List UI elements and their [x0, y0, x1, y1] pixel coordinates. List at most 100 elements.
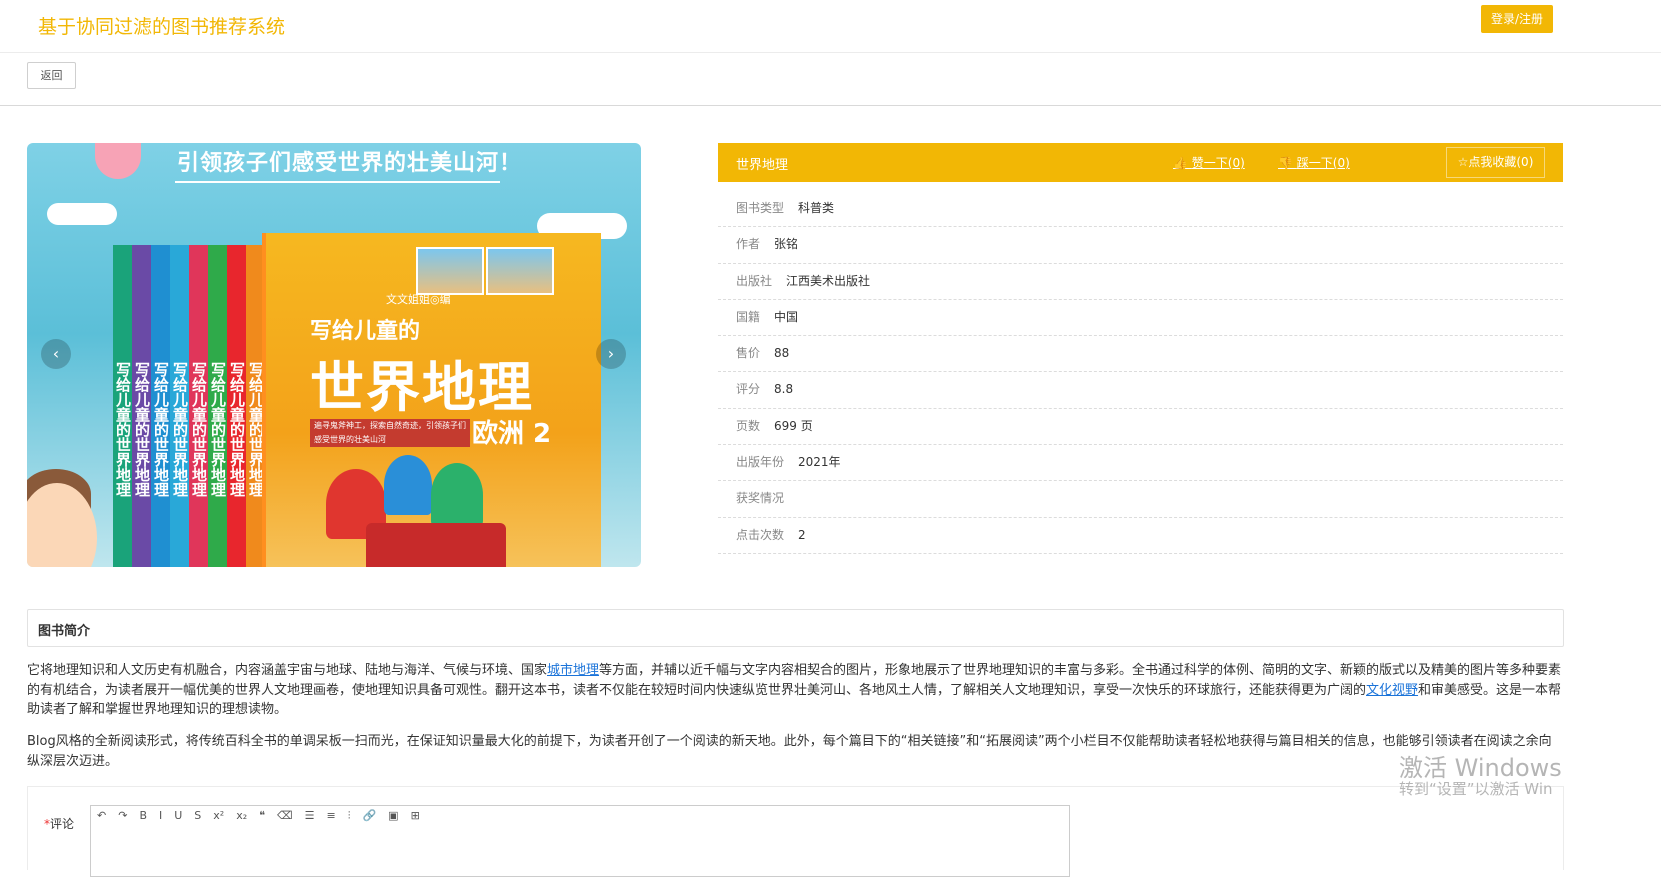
- site-title[interactable]: 基于协同过滤的图书推荐系统: [38, 12, 285, 39]
- windows-watermark-subtitle: 转到“设置”以激活 Win: [1399, 780, 1553, 798]
- info-row-publisher: 出版社 江西美术出版社: [718, 264, 1563, 300]
- link-icon[interactable]: 🔗: [356, 806, 382, 825]
- info-value: 88: [774, 346, 790, 361]
- strikethrough-icon[interactable]: S: [188, 806, 207, 825]
- cover-slogan: 引领孩子们感受世界的壮美山河！: [177, 151, 523, 176]
- intro-paragraph-1: 它将地理知识和人文历史有机融合，内容涵盖宇宙与地球、陆地与海洋、气候与环境、国家…: [27, 661, 1562, 720]
- info-row-clicks: 点击次数 2: [718, 518, 1563, 554]
- book-spine: 写给儿童的世界地理: [170, 245, 189, 567]
- comment-label-text: 评论: [50, 817, 75, 831]
- info-row-year: 出版年份 2021年: [718, 445, 1563, 482]
- cover-subtitle: 写给儿童的: [310, 319, 421, 344]
- align-icon[interactable]: ⫶: [342, 806, 357, 826]
- cover-photo: [486, 247, 554, 295]
- image-icon[interactable]: ▣: [382, 806, 404, 825]
- top-bar: 基于协同过滤的图书推荐系统 登录/注册: [0, 0, 1661, 53]
- cathedral-body-decoration: [366, 523, 506, 567]
- book-info-header: 世界地理 👍 赞一下(0) 👎 踩一下(0) ☆点我收藏(0): [718, 143, 1563, 182]
- thumbs-down-icon: 👎: [1278, 156, 1297, 170]
- italic-icon[interactable]: I: [153, 806, 168, 825]
- info-value: 张铭: [774, 237, 799, 252]
- book-spine: 写给儿童的世界地理: [189, 245, 208, 567]
- info-row-price: 售价 88: [718, 336, 1563, 373]
- cathedral-dome-decoration: [431, 463, 483, 527]
- intro-heading: 图书简介: [38, 624, 91, 639]
- info-label: 页数: [736, 418, 761, 433]
- quote-icon[interactable]: ❝: [253, 806, 271, 825]
- carousel-next-icon[interactable]: ›: [596, 339, 626, 369]
- superscript-icon[interactable]: x²: [207, 806, 230, 825]
- info-label: 出版社: [736, 273, 773, 288]
- info-label: 作者: [736, 237, 761, 252]
- comment-editor[interactable]: ↶ ↷ B I U Sx² x₂ ❝ ⌫ ☰ ≡ ⫶ 🔗 ▣ ⊞: [90, 805, 1070, 877]
- info-label: 点击次数: [736, 527, 785, 542]
- info-row-author: 作者 张铭: [718, 227, 1563, 264]
- like-label: 赞一下(0): [1191, 156, 1245, 170]
- intro-link-cultural-vision[interactable]: 文化视野: [1366, 683, 1418, 698]
- info-label: 国籍: [736, 309, 761, 324]
- info-row-awards: 获奖情况: [718, 481, 1563, 518]
- book-spine: 写给儿童的世界地理: [113, 245, 132, 567]
- comment-label: *评论: [44, 815, 74, 832]
- info-value: 中国: [774, 309, 799, 324]
- book-title: 世界地理: [736, 158, 789, 173]
- back-bar: 返回: [0, 53, 1661, 106]
- cover-main-title: 世界地理: [310, 356, 534, 419]
- intro-heading-box: 图书简介: [27, 609, 1564, 647]
- intro-link-city-geography[interactable]: 城市地理: [547, 663, 599, 678]
- cover-tagline: 遍寻鬼斧神工，探索自然奇迹，引领孩子们感受世界的壮美山河: [310, 419, 470, 447]
- clear-format-icon[interactable]: ⌫: [271, 806, 299, 825]
- undo-icon[interactable]: ↶: [91, 806, 112, 825]
- book-front-cover: 文文姐姐◎编 写给儿童的 世界地理 遍寻鬼斧神工，探索自然奇迹，引领孩子们感受世…: [262, 233, 601, 567]
- cover-publisher: 文文姐姐◎编: [386, 293, 451, 306]
- star-icon: ☆: [1457, 155, 1469, 169]
- info-value: 2: [798, 527, 806, 542]
- back-button[interactable]: 返回: [27, 62, 76, 89]
- info-label: 图书类型: [736, 201, 785, 215]
- info-value: 科普类: [798, 201, 835, 215]
- like-link[interactable]: 👍 赞一下(0): [1173, 154, 1245, 171]
- carousel-prev-icon[interactable]: ‹: [41, 339, 71, 369]
- intro-text: 它将地理知识和人文历史有机融合，内容涵盖宇宙与地球、陆地与海洋、气候与环境、国家: [27, 663, 548, 678]
- comment-area: *评论 ↶ ↷ B I U Sx² x₂ ❝ ⌫ ☰ ≡ ⫶ 🔗 ▣ ⊞: [27, 786, 1564, 877]
- info-value: 699 页: [774, 418, 813, 433]
- dislike-label: 踩一下(0): [1296, 156, 1350, 170]
- subscript-icon[interactable]: x₂: [230, 806, 253, 825]
- book-spine: 写给儿童的世界地理: [227, 245, 246, 567]
- login-register-button[interactable]: 登录/注册: [1481, 5, 1554, 33]
- info-value: 2021年: [798, 455, 841, 470]
- underline-icon[interactable]: U: [168, 806, 188, 825]
- info-row-rating: 评分 8.8: [718, 372, 1563, 409]
- redo-icon[interactable]: ↷: [112, 806, 133, 825]
- cover-slogan-underline: [175, 181, 500, 183]
- favorite-label: 点我收藏(0): [1468, 155, 1534, 169]
- book-info-list: 图书类型 科普类 作者 张铭 出版社 江西美术出版社 国籍 中国 售价 88 评分 8.8 …: [718, 191, 1563, 554]
- info-label: 售价: [736, 346, 761, 361]
- favorite-button[interactable]: ☆点我收藏(0): [1446, 147, 1545, 178]
- ordered-list-icon[interactable]: ≡: [320, 806, 341, 825]
- info-row-type: 图书类型 科普类: [718, 191, 1563, 228]
- book-spine: 写给儿童的世界地理: [151, 245, 170, 567]
- info-label: 评分: [736, 382, 761, 397]
- table-icon[interactable]: ⊞: [405, 806, 426, 825]
- info-label: 获奖情况: [736, 491, 785, 506]
- info-value: 8.8: [774, 382, 794, 397]
- cover-volume: 欧洲 2: [472, 419, 552, 449]
- thumbs-up-icon: 👍: [1173, 156, 1192, 170]
- editor-toolbar: ↶ ↷ B I U Sx² x₂ ❝ ⌫ ☰ ≡ ⫶ 🔗 ▣ ⊞: [91, 806, 1069, 826]
- intro-paragraph-2: Blog风格的全新阅读形式，将传统百科全书的单调呆板一扫而光，在保证知识量最大化…: [27, 734, 1552, 769]
- book-spine: 写给儿童的世界地理: [208, 245, 227, 567]
- bold-icon[interactable]: B: [133, 806, 153, 825]
- balloon-decoration: [95, 143, 141, 179]
- cover-photo: [416, 247, 484, 295]
- info-row-nationality: 国籍 中国: [718, 300, 1563, 337]
- list-icon[interactable]: ☰: [299, 806, 321, 825]
- info-row-pages: 页数 699 页: [718, 409, 1563, 446]
- cathedral-dome-decoration: [384, 455, 432, 515]
- cloud-decoration: [47, 203, 117, 225]
- info-value: 江西美术出版社: [786, 273, 871, 288]
- dislike-link[interactable]: 👎 踩一下(0): [1278, 154, 1350, 171]
- book-spine: 写给儿童的世界地理: [132, 245, 151, 567]
- book-cover-carousel[interactable]: 引领孩子们感受世界的壮美山河！ 写给儿童的世界地理 写给儿童的世界地理 写给儿童…: [27, 143, 641, 567]
- info-label: 出版年份: [736, 455, 785, 470]
